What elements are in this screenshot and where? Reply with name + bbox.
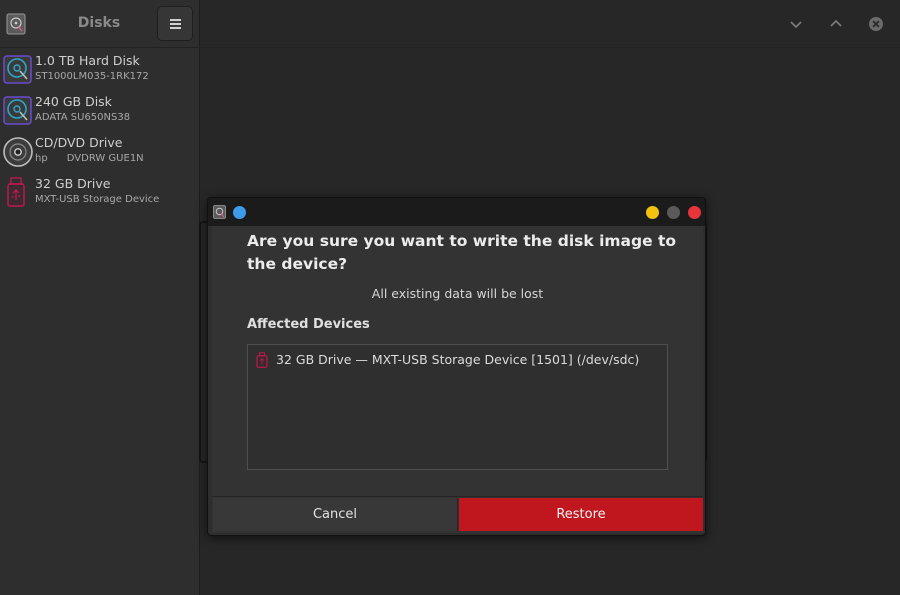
optical-disc-icon xyxy=(3,137,33,167)
affected-devices-label: Affected Devices xyxy=(247,317,370,332)
main-menu-button[interactable] xyxy=(157,6,193,41)
disk-name: 240 GB Disk xyxy=(35,94,112,109)
disk-model: ADATA SU650NS38 xyxy=(35,112,131,123)
disk-list: 1.0 TB Hard Disk ST1000LM035-1RK172 240 … xyxy=(0,51,200,215)
sidebar-title: Disks xyxy=(77,15,121,31)
disk-model: hp DVDRW GUE1N xyxy=(35,153,144,164)
disk-item-1tb-hard-disk[interactable]: 1.0 TB Hard Disk ST1000LM035-1RK172 xyxy=(0,51,200,92)
disk-name: 32 GB Drive xyxy=(35,176,111,191)
confirm-restore-dialog: Are you sure you want to write the disk … xyxy=(207,197,706,536)
close-window-icon[interactable] xyxy=(688,206,701,219)
disks-app-icon xyxy=(6,13,26,35)
disks-window: Disks 1.0 TB Hard Disk ST1000LM035-1RK17… xyxy=(0,0,900,595)
disk-model: ST1000LM035-1RK172 xyxy=(35,71,149,82)
close-icon[interactable] xyxy=(869,17,883,31)
disk-name: CD/DVD Drive xyxy=(35,135,123,150)
usb-drive-icon xyxy=(256,352,268,368)
disk-name: 1.0 TB Hard Disk xyxy=(35,53,140,68)
sticky-window-icon[interactable] xyxy=(233,206,246,219)
dialog-warning-text: All existing data will be lost xyxy=(371,286,544,301)
disk-item-240gb-disk[interactable]: 240 GB Disk ADATA SU650NS38 xyxy=(0,92,200,133)
sidebar: Disks 1.0 TB Hard Disk ST1000LM035-1RK17… xyxy=(0,0,200,595)
disk-model: MXT-USB Storage Device xyxy=(35,194,160,205)
affected-devices-list: 32 GB Drive — MXT-USB Storage Device [15… xyxy=(247,344,668,470)
dialog-body: Are you sure you want to write the disk … xyxy=(212,226,703,533)
disk-item-32gb-drive[interactable]: 32 GB Drive MXT-USB Storage Device xyxy=(0,174,200,215)
sidebar-header: Disks xyxy=(0,0,200,48)
cancel-button[interactable]: Cancel xyxy=(213,498,458,531)
minimize-window-icon[interactable] xyxy=(646,206,659,219)
dialog-titlebar xyxy=(208,198,705,226)
dialog-heading: Are you sure you want to write the disk … xyxy=(247,232,677,273)
usb-drive-icon xyxy=(7,177,25,207)
disks-app-icon xyxy=(213,205,226,219)
hard-disk-icon xyxy=(3,96,32,125)
dialog-button-row: Cancel Restore xyxy=(212,496,703,531)
hard-disk-icon xyxy=(3,55,32,84)
chevron-down-icon[interactable] xyxy=(788,16,804,32)
disk-item-cd-dvd-drive[interactable]: CD/DVD Drive hp DVDRW GUE1N xyxy=(0,133,200,174)
maximize-window-icon[interactable] xyxy=(667,206,680,219)
device-label: 32 GB Drive — MXT-USB Storage Device [15… xyxy=(276,352,640,367)
chevron-up-icon[interactable] xyxy=(828,16,844,32)
restore-button[interactable]: Restore xyxy=(459,498,703,531)
